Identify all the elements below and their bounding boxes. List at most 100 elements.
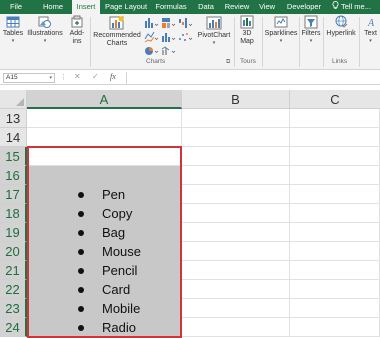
cell-c23[interactable]	[290, 299, 380, 318]
cell-b13[interactable]	[182, 109, 290, 128]
chevron-down-icon: ▾	[279, 38, 283, 44]
combo-chart-icon[interactable]	[161, 46, 176, 55]
pie-chart-icon[interactable]	[145, 47, 159, 55]
row-header-13[interactable]: 13	[0, 109, 27, 128]
cell-c17[interactable]	[290, 185, 380, 204]
tell-me-box[interactable]: Tell me...	[332, 0, 371, 14]
cell-b16[interactable]	[182, 166, 290, 185]
tab-file[interactable]: File	[0, 0, 32, 14]
pivotchart-button[interactable]: PivotChart ▾	[196, 15, 232, 46]
globe-map-icon	[240, 15, 254, 29]
line-chart-icon[interactable]	[144, 31, 159, 43]
recommended-charts-icon	[109, 16, 124, 30]
cell-c21[interactable]	[290, 261, 380, 280]
cell-c24[interactable]	[290, 318, 380, 337]
3d-map-label-2: Map	[240, 38, 254, 45]
column-chart-icon[interactable]	[145, 18, 159, 28]
column-header-b[interactable]: B	[182, 90, 290, 109]
ribbon-separator	[234, 17, 235, 67]
chevron-down-icon: ▾	[369, 38, 372, 44]
tab-developer[interactable]: Developer	[283, 0, 325, 14]
cell-b15[interactable]	[182, 147, 290, 166]
statistic-chart-icon[interactable]	[162, 33, 176, 42]
bullet-icon	[78, 325, 84, 331]
cell-c16[interactable]	[290, 166, 380, 185]
column-header-a[interactable]: A	[27, 90, 182, 109]
filters-button[interactable]: Filters ▾	[300, 15, 322, 44]
lightbulb-icon	[332, 1, 339, 9]
chevron-down-icon[interactable]: ▾	[49, 74, 52, 82]
cell-b18[interactable]	[182, 204, 290, 223]
cell-c14[interactable]	[290, 128, 380, 147]
cell-b17[interactable]	[182, 185, 290, 204]
tab-home[interactable]: Home	[38, 0, 68, 14]
group-label-links: Links	[332, 58, 348, 65]
scatter-chart-icon[interactable]	[179, 33, 193, 41]
globe-link-icon	[335, 15, 348, 28]
cell-b14[interactable]	[182, 128, 290, 147]
cell-c15[interactable]	[290, 147, 380, 166]
cell-c22[interactable]	[290, 280, 380, 299]
cell-a16[interactable]	[27, 166, 182, 185]
hierarchy-chart-icon[interactable]	[162, 18, 176, 28]
row-header-15[interactable]: 15	[0, 147, 27, 166]
row-header-17[interactable]: 17	[0, 185, 27, 204]
hyperlink-button[interactable]: Hyperlink	[324, 15, 358, 38]
row-header-18[interactable]: 18	[0, 204, 27, 223]
cell-c20[interactable]	[290, 242, 380, 261]
tab-page-layout[interactable]: Page Layout	[104, 0, 148, 14]
cell-c13[interactable]	[290, 109, 380, 128]
tab-formulas[interactable]: Formulas	[154, 0, 188, 14]
bullet-icon	[78, 192, 84, 198]
cancel-icon[interactable]: ✕	[74, 72, 81, 81]
addins-label-2: ins	[72, 38, 82, 45]
illustrations-button[interactable]: Illustrations ▾	[26, 15, 64, 44]
bullet-icon	[78, 268, 84, 274]
filters-label: Filters	[301, 30, 321, 37]
enter-icon[interactable]: ✓	[92, 72, 99, 81]
3d-map-button[interactable]: 3D Map	[236, 15, 258, 46]
formula-input[interactable]	[126, 72, 380, 84]
row-header-23[interactable]: 23	[0, 299, 27, 318]
row-header-24[interactable]: 24	[0, 318, 27, 337]
cell-c18[interactable]	[290, 204, 380, 223]
tab-view[interactable]: View	[256, 0, 278, 14]
svg-text:A: A	[367, 18, 375, 29]
cell-b21[interactable]	[182, 261, 290, 280]
addins-button[interactable]: Add- ins	[66, 15, 88, 46]
cell-a15[interactable]	[27, 147, 182, 166]
cell-a13[interactable]	[27, 109, 182, 128]
tables-label: Tables	[2, 30, 24, 37]
cell-a14[interactable]	[27, 128, 182, 147]
chevron-down-icon: ▾	[43, 38, 47, 44]
cell-b22[interactable]	[182, 280, 290, 299]
row-header-21[interactable]: 21	[0, 261, 27, 280]
row-header-16[interactable]: 16	[0, 166, 27, 185]
row-header-14[interactable]: 14	[0, 128, 27, 147]
dialog-launcher-icon[interactable]: ⧉	[226, 59, 230, 66]
tab-data[interactable]: Data	[194, 0, 218, 14]
insert-function-icon[interactable]: fx	[110, 72, 116, 81]
cell-b19[interactable]	[182, 223, 290, 242]
tab-review[interactable]: Review	[222, 0, 252, 14]
tables-button[interactable]: Tables ▾	[2, 15, 24, 44]
list-item: Mobile	[102, 301, 141, 316]
chevron-down-icon: ▾	[309, 38, 313, 44]
column-header-c[interactable]: C	[290, 90, 380, 109]
cell-b23[interactable]	[182, 299, 290, 318]
tab-insert[interactable]: Insert	[72, 0, 100, 14]
cell-b20[interactable]	[182, 242, 290, 261]
row-header-20[interactable]: 20	[0, 242, 27, 261]
group-label-tours: Tours	[240, 58, 256, 65]
row-header-19[interactable]: 19	[0, 223, 27, 242]
recommended-charts-button[interactable]: Recommended Charts	[92, 15, 142, 48]
row-header-22[interactable]: 22	[0, 280, 27, 299]
cell-b24[interactable]	[182, 318, 290, 337]
select-all-button[interactable]	[0, 90, 27, 109]
text-button[interactable]: A Text ▾	[361, 15, 380, 44]
waterfall-chart-icon[interactable]	[179, 18, 193, 28]
name-box[interactable]: A15 ▾	[3, 73, 55, 83]
cell-c19[interactable]	[290, 223, 380, 242]
sparklines-button[interactable]: Sparklines ▾	[264, 15, 298, 44]
sparklines-icon	[274, 16, 288, 28]
